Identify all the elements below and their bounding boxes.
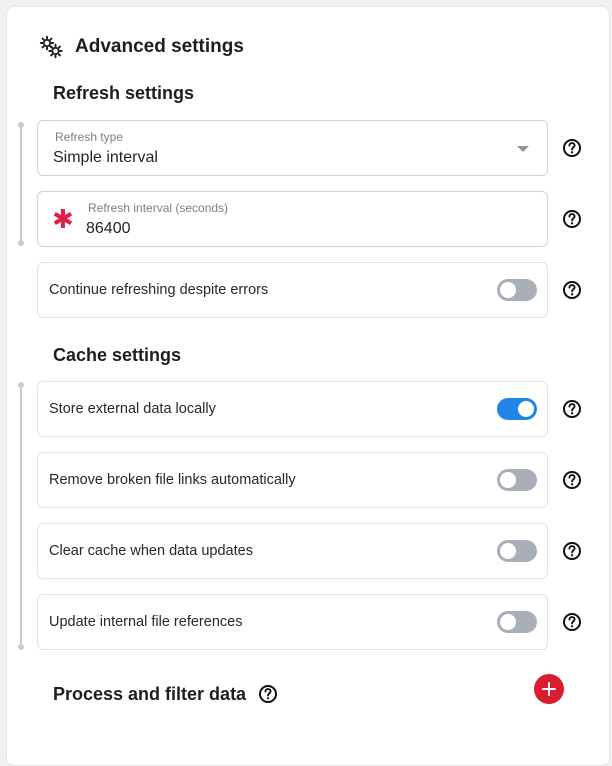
refresh-section-rail [18, 122, 24, 246]
panel-header: Advanced settings [39, 31, 244, 63]
cache-settings-title: Cache settings [53, 345, 182, 365]
cache-row-clear-cache: Clear cache when data updates [37, 523, 548, 579]
toggle-knob [500, 614, 516, 630]
help-icon[interactable] [562, 612, 582, 632]
help-icon[interactable] [562, 399, 582, 419]
continue-refreshing-toggle[interactable] [497, 279, 537, 301]
help-icon[interactable] [562, 138, 582, 158]
toggle-knob [500, 282, 516, 298]
store-external-toggle[interactable] [497, 398, 537, 420]
cache-row-remove-broken-links: Remove broken file links automatically [37, 452, 548, 508]
help-icon[interactable] [562, 280, 582, 300]
refresh-settings-title: Refresh settings [53, 83, 195, 103]
add-process-step-button[interactable] [534, 674, 564, 704]
process-filter-title: Process and filter data [53, 683, 247, 704]
cache-section-rail [18, 382, 24, 650]
help-icon[interactable] [562, 470, 582, 490]
help-icon[interactable] [562, 209, 582, 229]
cache-row-store-external: Store external data locally [37, 381, 548, 437]
help-icon[interactable] [562, 541, 582, 561]
toggle-knob [500, 472, 516, 488]
continue-refreshing-row: Continue refreshing despite errors [37, 262, 548, 318]
help-icon[interactable] [258, 684, 278, 704]
required-asterisk-icon: ✱ [52, 204, 74, 234]
toggle-knob [518, 401, 534, 417]
clear-cache-toggle[interactable] [497, 540, 537, 562]
cache-row-label: Update internal file references [49, 614, 243, 630]
update-references-toggle[interactable] [497, 611, 537, 633]
cache-row-label: Store external data locally [49, 401, 216, 417]
refresh-type-label: Refresh type [55, 130, 124, 144]
cache-row-label: Remove broken file links automatically [49, 472, 296, 488]
remove-broken-links-toggle[interactable] [497, 469, 537, 491]
advanced-settings-panel: Advanced settings Refresh settings Refre… [6, 6, 610, 766]
chevron-down-icon[interactable] [517, 146, 529, 152]
continue-refreshing-label: Continue refreshing despite errors [49, 282, 269, 298]
refresh-interval-field[interactable]: ✱ Refresh interval (seconds) 86400 [37, 191, 548, 247]
cache-row-update-references: Update internal file references [37, 594, 548, 650]
cache-row-label: Clear cache when data updates [49, 543, 253, 559]
refresh-interval-label: Refresh interval (seconds) [88, 201, 229, 215]
panel-title: Advanced settings [75, 36, 244, 57]
toggle-knob [500, 543, 516, 559]
refresh-type-value: Simple interval [53, 149, 158, 166]
refresh-interval-value[interactable]: 86400 [86, 220, 131, 238]
process-filter-header: Process and filter data [53, 679, 278, 709]
refresh-type-select[interactable]: Refresh type Simple interval [37, 120, 548, 176]
gears-icon [39, 35, 63, 59]
